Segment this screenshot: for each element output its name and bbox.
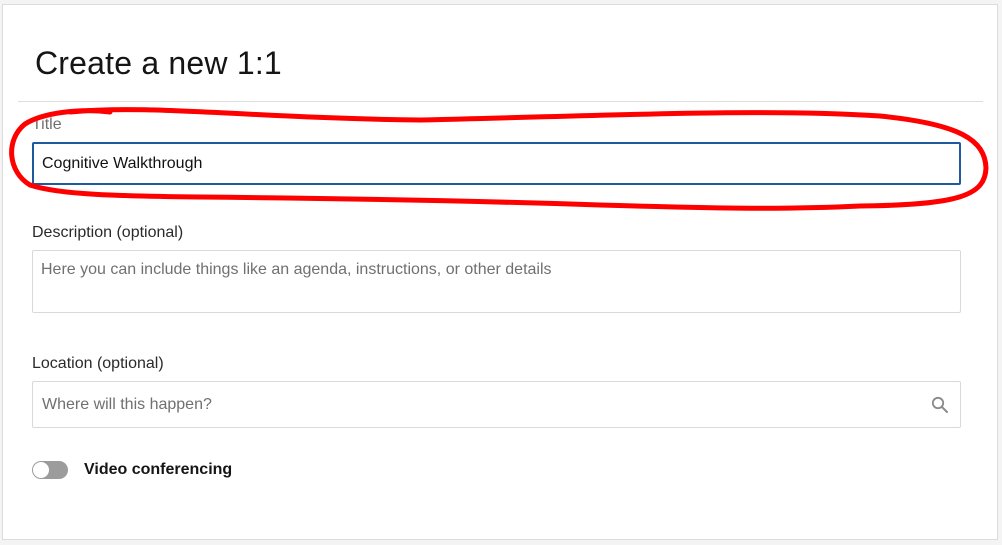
header-divider bbox=[18, 101, 983, 102]
description-textarea[interactable] bbox=[32, 250, 961, 313]
video-conferencing-label: Video conferencing bbox=[84, 461, 233, 478]
location-label: Location (optional) bbox=[32, 355, 164, 372]
search-icon bbox=[931, 396, 948, 413]
title-label: Title bbox=[32, 116, 62, 133]
page-title: Create a new 1:1 bbox=[35, 45, 282, 81]
description-label: Description (optional) bbox=[32, 224, 184, 241]
toggle-knob bbox=[33, 462, 49, 478]
title-input[interactable] bbox=[32, 142, 961, 185]
location-field bbox=[32, 381, 961, 428]
video-conferencing-toggle[interactable] bbox=[32, 461, 68, 479]
location-input[interactable] bbox=[33, 382, 913, 427]
